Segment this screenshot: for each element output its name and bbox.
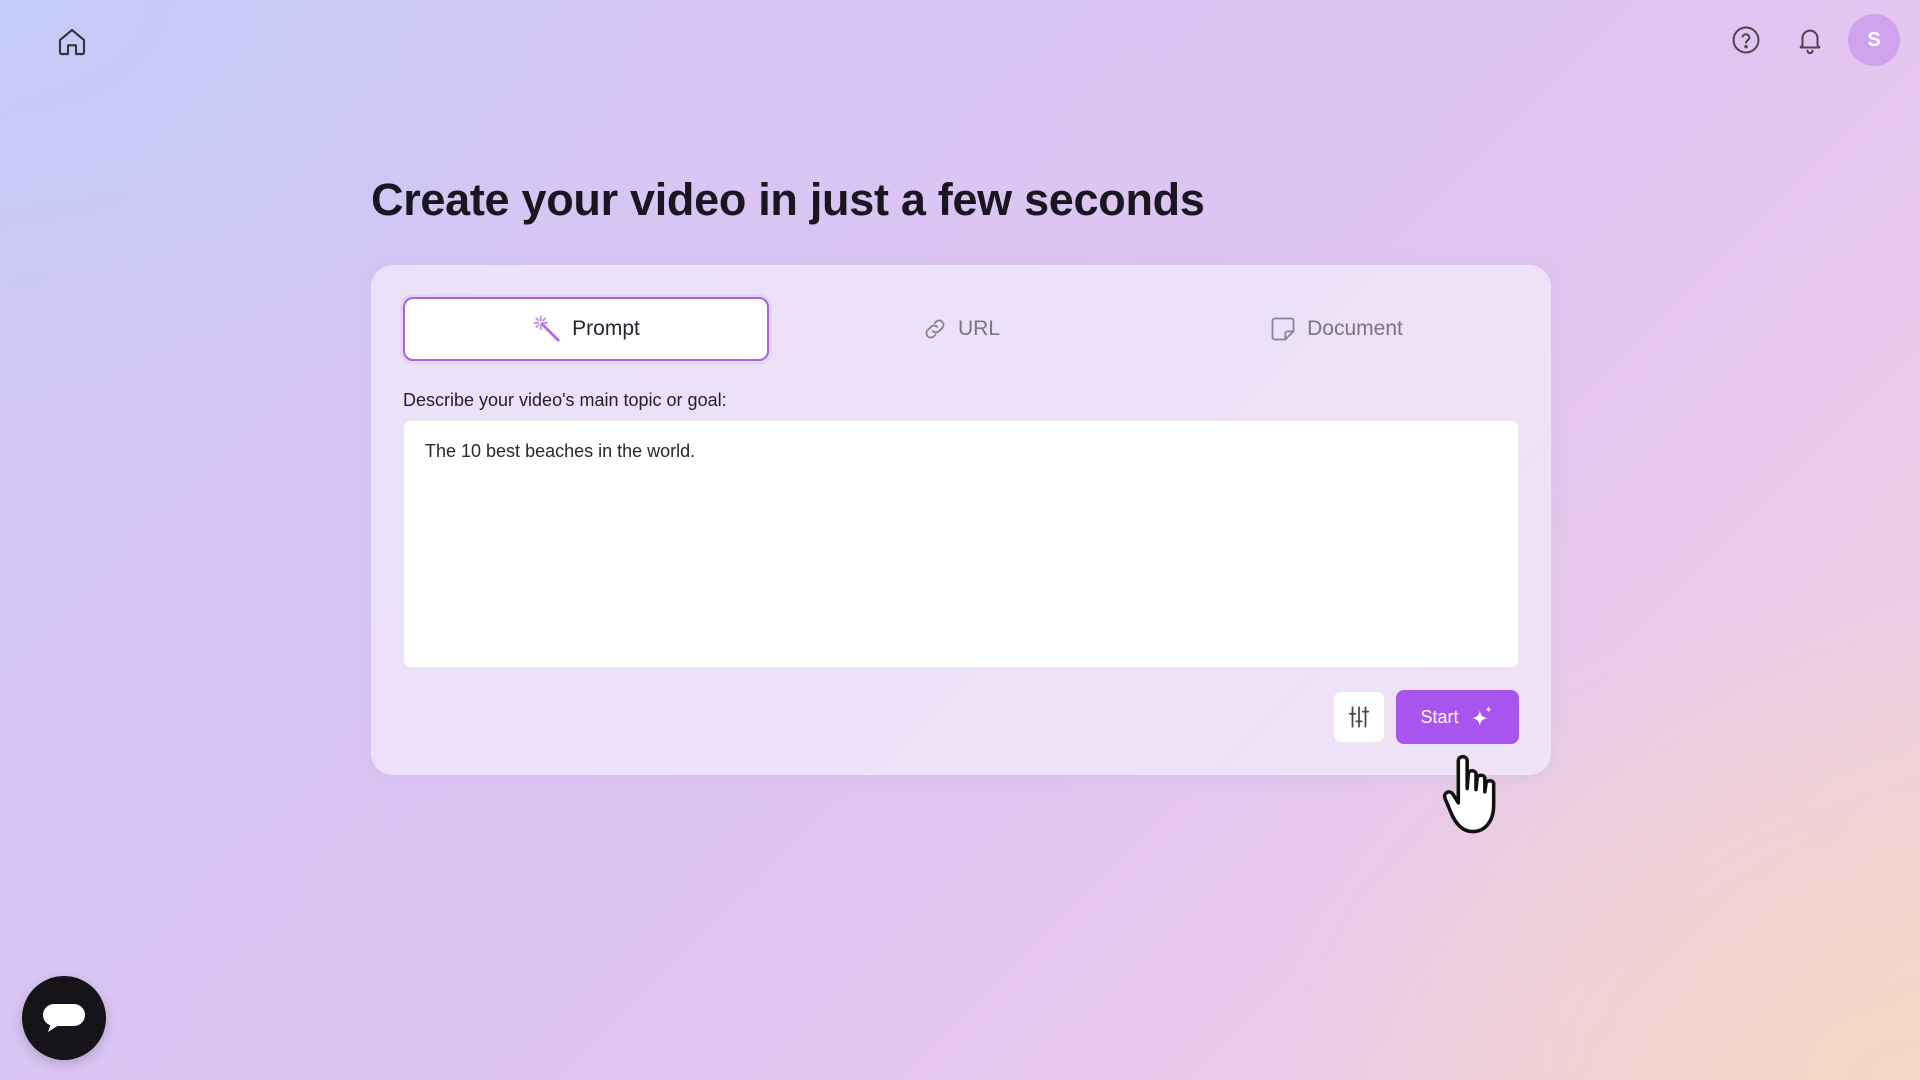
tab-url-label: URL (957, 317, 1000, 340)
tab-document-label: Document (1307, 317, 1403, 340)
chat-widget-button[interactable] (22, 976, 106, 1060)
user-avatar[interactable]: S (1848, 14, 1900, 66)
home-button[interactable] (52, 22, 92, 62)
help-button[interactable] (1726, 20, 1766, 60)
tab-document[interactable]: Document (1153, 297, 1519, 361)
settings-button[interactable] (1333, 691, 1385, 743)
tab-url[interactable]: URL (778, 297, 1144, 361)
topic-field-label: Describe your video's main topic or goal… (403, 390, 727, 410)
topic-textarea-value: The 10 best beaches in the world. (425, 441, 696, 461)
hand-pointer-icon (1442, 754, 1496, 834)
home-icon (58, 28, 86, 56)
help-circle-icon (1732, 26, 1760, 54)
start-button[interactable]: Start (1396, 690, 1519, 744)
chat-bubble-icon (43, 1004, 85, 1032)
input-source-tabs: Prompt URL Document (403, 297, 1519, 361)
start-button-label: Start (1420, 706, 1459, 727)
tab-prompt[interactable]: Prompt (403, 297, 769, 361)
bell-icon (1799, 29, 1821, 55)
magic-wand-icon (533, 315, 560, 342)
page-title: Create your video in just a few seconds (371, 174, 1205, 225)
notifications-button[interactable] (1790, 20, 1830, 60)
sliders-icon (1348, 706, 1370, 728)
avatar-initial: S (1867, 28, 1881, 51)
link-icon (925, 319, 945, 339)
sparkles-icon (1471, 706, 1492, 726)
tab-prompt-label: Prompt (572, 317, 640, 340)
topic-textarea[interactable]: The 10 best beaches in the world. (403, 420, 1519, 668)
create-video-card: Prompt URL Document Describe your video'… (371, 265, 1551, 775)
document-icon (1271, 317, 1295, 341)
